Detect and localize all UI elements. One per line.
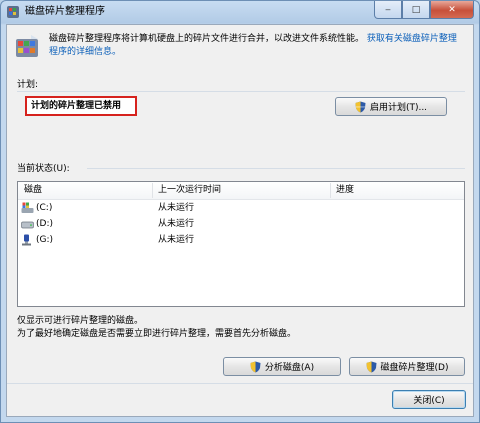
defragment-disk-label: 磁盘碎片整理(D) — [380, 363, 449, 373]
close-button[interactable]: 关闭(C) — [392, 390, 466, 409]
intro-text: 磁盘碎片整理程序将计算机硬盘上的碎片文件进行合并，以改进文件系统性能。 获取有关… — [49, 33, 465, 59]
maximize-icon: □ — [411, 4, 421, 15]
column-header-disk[interactable]: 磁盘 — [20, 182, 154, 199]
note-defragmentable-only: 仅显示可进行碎片整理的磁盘。 — [17, 316, 144, 326]
last-run-time: 从未运行 — [158, 235, 195, 245]
schedule-status: 计划的碎片整理已禁用 — [25, 96, 137, 116]
last-run-time: 从未运行 — [158, 203, 195, 213]
disk-row-g[interactable]: (G:) 从未运行 — [18, 232, 464, 248]
footer-separator — [7, 383, 473, 384]
uac-shield-icon — [355, 101, 366, 112]
column-divider — [152, 183, 153, 198]
current-status-label: 当前状态(U): — [17, 164, 70, 174]
close-window-button[interactable]: ✕ — [430, 1, 474, 19]
schedule-separator — [17, 91, 465, 92]
last-run-time: 从未运行 — [158, 219, 195, 229]
defragment-disk-button[interactable]: 磁盘碎片整理(D) — [349, 357, 465, 376]
column-header-last-run[interactable]: 上一次运行时间 — [154, 182, 334, 199]
defrag-window: 磁盘碎片整理程序 ‒ □ ✕ 磁盘碎片整理程序将计算机硬盘上的碎片文件进行合并，… — [0, 0, 480, 423]
uac-shield-icon — [250, 361, 261, 372]
column-header-progress[interactable]: 进度 — [332, 182, 466, 199]
analyze-disk-button[interactable]: 分析磁盘(A) — [223, 357, 341, 376]
system-drive-icon — [21, 202, 34, 213]
enable-schedule-button[interactable]: 启用计划(T)... — [335, 97, 447, 116]
minimize-button[interactable]: ‒ — [374, 1, 402, 19]
disk-list[interactable]: 磁盘 上一次运行时间 进度 (C:) 从未运行 (D:) 从未运行 (G:) 从… — [17, 181, 465, 307]
window-title: 磁盘碎片整理程序 — [25, 6, 105, 17]
defrag-app-icon — [7, 6, 19, 18]
disk-name: (C:) — [36, 203, 53, 213]
note-analyze-first: 为了最好地确定磁盘是否需要立即进行碎片整理，需要首先分析磁盘。 — [17, 329, 297, 339]
intro-description: 磁盘碎片整理程序将计算机硬盘上的碎片文件进行合并，以改进文件系统性能。 — [49, 34, 365, 44]
caption-buttons: ‒ □ ✕ — [374, 1, 474, 19]
disk-name: (G:) — [36, 235, 54, 245]
schedule-label: 计划: — [17, 80, 39, 90]
analyze-disk-label: 分析磁盘(A) — [264, 363, 315, 373]
title-bar[interactable]: 磁盘碎片整理程序 ‒ □ ✕ — [1, 1, 479, 23]
column-divider — [330, 183, 331, 198]
client-area: 磁盘碎片整理程序将计算机硬盘上的碎片文件进行合并，以改进文件系统性能。 获取有关… — [6, 24, 474, 417]
minimize-icon: ‒ — [385, 4, 391, 15]
close-icon: ✕ — [448, 4, 456, 15]
hard-drive-icon — [21, 221, 34, 229]
enable-schedule-label: 启用计划(T)... — [369, 103, 428, 113]
disk-row-d[interactable]: (D:) 从未运行 — [18, 216, 464, 232]
uac-shield-icon — [366, 361, 377, 372]
disk-name: (D:) — [36, 219, 53, 229]
disk-row-c[interactable]: (C:) 从未运行 — [18, 200, 464, 216]
maximize-button[interactable]: □ — [402, 1, 430, 19]
usb-drive-icon — [22, 234, 31, 246]
disk-list-header: 磁盘 上一次运行时间 进度 — [18, 182, 464, 200]
defrag-header-icon — [16, 35, 38, 57]
close-label: 关闭(C) — [413, 396, 445, 406]
status-separator — [87, 168, 465, 169]
